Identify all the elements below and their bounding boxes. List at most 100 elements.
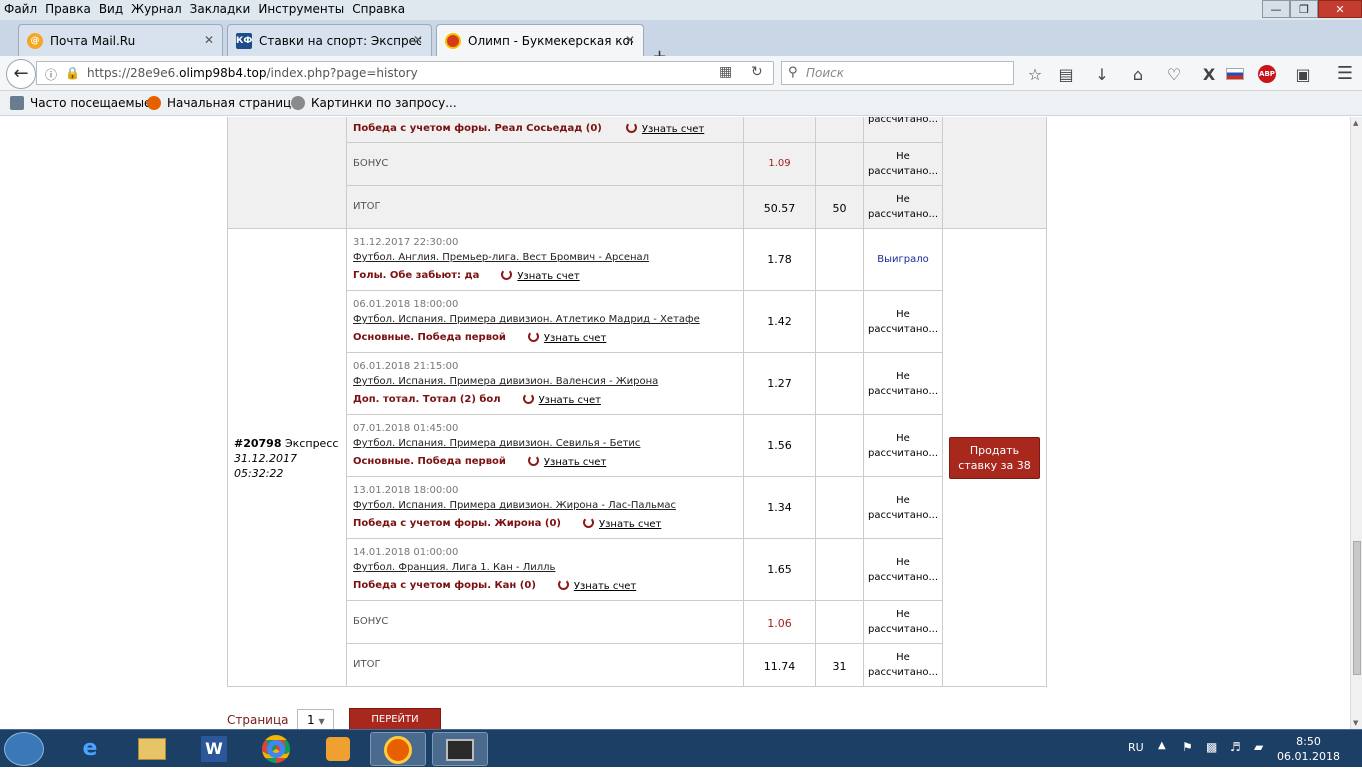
language-indicator[interactable]: RU [1128, 741, 1144, 754]
go-button[interactable]: ПЕРЕЙТИ [349, 708, 441, 729]
event-link[interactable]: Футбол. Испания. Примера дивизион. Жирон… [353, 500, 676, 511]
sum-cell [816, 353, 864, 415]
media-player-icon[interactable] [310, 732, 366, 766]
start-button[interactable] [4, 732, 44, 766]
learn-score-link[interactable]: Узнать счет [522, 392, 601, 406]
scroll-up-icon[interactable]: ▲ [1353, 119, 1358, 127]
scrollbar-thumb[interactable] [1353, 541, 1361, 675]
close-tab-icon[interactable]: ✕ [204, 33, 214, 47]
scroll-down-icon[interactable]: ▼ [1353, 719, 1358, 727]
maximize-button[interactable]: ❐ [1290, 0, 1318, 18]
firefox-icon [147, 96, 161, 110]
minimize-button[interactable]: — [1262, 0, 1290, 18]
event-cell: 31.12.2017 22:30:00 Футбол. Англия. Премь… [347, 229, 744, 291]
adblock-icon[interactable]: ABP [1258, 65, 1276, 83]
taskbar: e W RU ▲ ⚑ ▩ ♬ ▰ 8:50 06.01.2018 [0, 729, 1362, 767]
menu-edit[interactable]: Правка [41, 0, 95, 18]
menu-bar: Файл Правка Вид Журнал Закладки Инструменты Сп… [0, 0, 1362, 20]
total-coef: 11.74 [763, 660, 796, 673]
menu-file[interactable]: Файл [0, 0, 41, 18]
total-coef-cell: 11.74 [744, 644, 816, 687]
url-bar[interactable]: ⓘ 🔒 https://28e9e6.olimp98b4.top/index.p… [36, 61, 774, 85]
firefox-taskbar-icon[interactable] [370, 732, 426, 766]
status-cell: Не рассчитано... [864, 143, 943, 186]
reload-icon[interactable]: ↻ [751, 64, 763, 80]
menu-bookmarks[interactable]: Закладки [186, 0, 255, 18]
hamburger-menu-icon[interactable]: ☰ [1335, 63, 1355, 84]
explorer-icon[interactable] [124, 732, 180, 766]
pocket-icon[interactable]: ♡ [1164, 65, 1184, 84]
bookmark-start-page[interactable]: Начальная страница [147, 96, 299, 110]
bookmark-star-icon[interactable]: ☆ [1025, 65, 1045, 84]
learn-score-link[interactable]: Узнать счет [557, 578, 636, 592]
tray-arrow-icon[interactable]: ▲ [1158, 740, 1166, 751]
event-link[interactable]: Футбол. Англия. Премьер-лига. Вест Бромв… [353, 252, 649, 263]
scrollbar[interactable]: ▲ ▼ [1350, 117, 1362, 729]
learn-score-link[interactable]: Узнать счет [625, 121, 704, 135]
tab-kf[interactable]: КФ Ставки на спорт: Экспресс ✕ [227, 24, 432, 56]
event-cell: 14.01.2018 01:00:00 Футбол. Франция. Лига… [347, 539, 744, 601]
bookmark-images[interactable]: Картинки по запросу... [291, 96, 457, 110]
bet-label: Голы. Обе забьют: да [353, 269, 480, 281]
event-link[interactable]: Футбол. Испания. Примера дивизион. Севил… [353, 438, 640, 449]
learn-score-link[interactable]: Узнать счет [527, 454, 606, 468]
reading-list-icon[interactable]: ▤ [1056, 65, 1076, 84]
network-icon[interactable]: ▩ [1206, 740, 1217, 754]
bonus-row: БОНУС [347, 143, 744, 186]
coef-cell: 1.27 [744, 353, 816, 415]
event-link[interactable]: Футбол. Франция. Лига 1. Кан - Лилль [353, 562, 555, 573]
learn-score-link[interactable]: Узнать счет [583, 516, 661, 530]
learn-score-link[interactable]: Узнать счет [501, 268, 580, 282]
clock[interactable]: 8:50 06.01.2018 [1277, 734, 1340, 764]
tab-mail[interactable]: @ Почта Mail.Ru ✕ [18, 24, 223, 56]
url-text[interactable]: https://28e9e6.olimp98b4.top/index.php?p… [87, 66, 418, 80]
bookmark-most-visited[interactable]: Часто посещаемые [10, 96, 151, 110]
home-icon[interactable]: ⌂ [1128, 65, 1148, 84]
menu-help[interactable]: Справка [348, 0, 409, 18]
x-extension-icon[interactable]: X [1199, 65, 1219, 84]
search-field[interactable]: ⚲ Поиск [781, 61, 1014, 85]
status-text: Не рассчитано... [867, 309, 939, 335]
coef-value: 1.42 [767, 315, 792, 328]
page-select[interactable]: 1 ▼ [297, 709, 334, 729]
lock-icon[interactable]: 🔒 [65, 66, 80, 80]
menu-history[interactable]: Журнал [127, 0, 186, 18]
close-tab-icon[interactable]: ✕ [413, 33, 423, 47]
bet-label: Победа с учетом форы. Реал Сосьедад (0) [353, 122, 602, 134]
refresh-icon [557, 579, 569, 590]
coef-value: 1.56 [767, 439, 792, 452]
event-link[interactable]: Футбол. Испания. Примера дивизион. Атлет… [353, 314, 700, 325]
event-link[interactable]: Футбол. Испания. Примера дивизион. Вален… [353, 376, 658, 387]
coupon-time: 05:32:22 [234, 467, 284, 480]
ie-icon[interactable]: e [62, 732, 118, 766]
status-text: Не рассчитано... [867, 609, 939, 635]
screenshot-icon[interactable]: ▣ [1293, 65, 1313, 84]
chrome-icon[interactable] [248, 732, 304, 766]
close-tab-icon[interactable]: ✕ [625, 33, 635, 47]
globe-icon [291, 96, 305, 110]
event-cell: 06.01.2018 18:00:00 Футбол. Испания. Прим… [347, 291, 744, 353]
coupon-header-cell [227, 117, 347, 229]
bonus-row: БОНУС [347, 601, 744, 644]
close-window-button[interactable]: ✕ [1318, 0, 1362, 18]
word-icon[interactable]: W [186, 732, 242, 766]
menu-tools[interactable]: Инструменты [254, 0, 348, 18]
volume-icon[interactable]: ♬ [1230, 740, 1241, 754]
bonus-label: БОНУС [353, 158, 389, 169]
status-text: Не рассчитано... [867, 557, 939, 583]
tab-olimp[interactable]: Олимп - Букмекерская конт ✕ [436, 24, 644, 56]
russia-flag-icon[interactable] [1226, 68, 1244, 80]
flag-icon[interactable]: ⚑ [1182, 740, 1193, 754]
reader-view-icon[interactable]: ▦ [719, 64, 732, 80]
status-cell: Не рассчитано... [864, 186, 943, 229]
download-icon[interactable]: ↓ [1092, 65, 1112, 84]
sum-cell [816, 143, 864, 186]
info-icon[interactable]: ⓘ [45, 66, 57, 83]
status-cell: Не рассчитано... [864, 477, 943, 539]
menu-view[interactable]: Вид [95, 0, 127, 18]
task-manager-icon[interactable] [432, 732, 488, 766]
power-icon[interactable]: ▰ [1254, 740, 1263, 754]
back-button[interactable]: ← [6, 59, 36, 89]
sell-bet-button[interactable]: Продать ставку за 38 [949, 437, 1040, 479]
learn-score-link[interactable]: Узнать счет [527, 330, 606, 344]
